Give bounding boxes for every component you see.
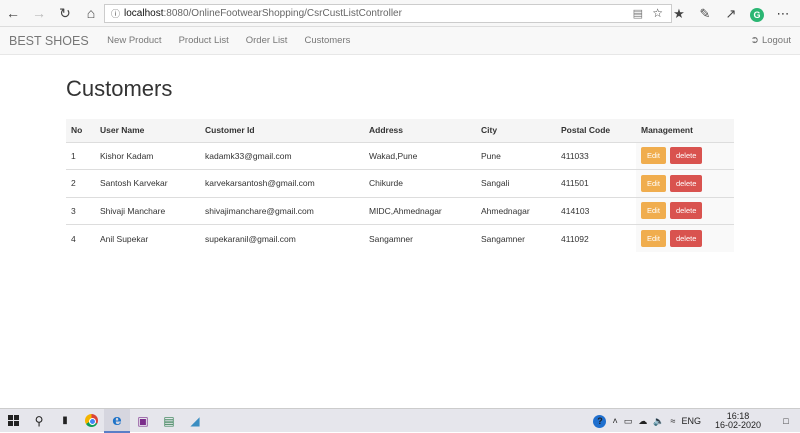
forward-icon[interactable]: → xyxy=(26,0,52,27)
cell-no: 1 xyxy=(66,141,95,170)
language-indicator[interactable]: ENG xyxy=(681,416,701,426)
cell-user-name: Anil Supekar xyxy=(95,224,200,252)
header-address: Address xyxy=(364,119,476,143)
cell-no: 4 xyxy=(66,224,95,252)
header-no: No xyxy=(66,119,95,143)
table-row: 4 Anil Supekar supekaranil@gmail.com San… xyxy=(66,224,734,252)
browser-toolbar: ← → ↻ ⌂ ⓘ localhost:8080/OnlineFootwearS… xyxy=(0,0,800,27)
header-city: City xyxy=(476,119,556,143)
delete-button[interactable]: delete xyxy=(669,174,703,192)
cell-customer-id: supekaranil@gmail.com xyxy=(200,224,364,252)
cell-customer-id: karvekarsantosh@gmail.com xyxy=(200,169,364,197)
cell-address: Wakad,Pune xyxy=(364,141,476,170)
header-customer-id: Customer Id xyxy=(200,119,364,143)
table-row: 1 Kishor Kadam kadamk33@gmail.com Wakad,… xyxy=(66,141,734,170)
app-icon[interactable]: ▣ xyxy=(130,409,156,433)
edit-button[interactable]: Edit xyxy=(641,230,666,247)
url-path: :8080/OnlineFootwearShopping/CsrCustList… xyxy=(163,8,402,19)
extension-icon[interactable]: G xyxy=(744,6,770,22)
cell-city: Sangamner xyxy=(476,224,556,252)
cell-management: Edit delete xyxy=(636,224,734,252)
cell-customer-id: shivajimanchare@gmail.com xyxy=(200,196,364,225)
favorites-hub-icon[interactable]: ★ xyxy=(666,6,692,22)
cell-no: 2 xyxy=(66,169,95,197)
pen-icon[interactable]: ✎ xyxy=(692,6,718,22)
url-host: localhost xyxy=(124,8,164,19)
table-row: 2 Santosh Karvekar karvekarsantosh@gmail… xyxy=(66,169,734,197)
delete-button[interactable]: delete xyxy=(669,202,703,220)
help-icon[interactable]: ? xyxy=(593,414,607,428)
cell-postal-code: 411501 xyxy=(556,169,636,197)
clock-date: 16-02-2020 xyxy=(714,420,761,430)
cell-management: Edit delete xyxy=(636,196,734,225)
share-icon[interactable]: ↗ xyxy=(718,6,744,22)
cell-management: Edit delete xyxy=(636,141,734,170)
reading-view-icon[interactable]: ▤ xyxy=(633,7,643,20)
cell-city: Sangali xyxy=(476,169,556,197)
cell-city: Ahmednagar xyxy=(476,196,556,225)
cell-user-name: Santosh Karvekar xyxy=(95,169,200,197)
nav-new-product[interactable]: New Product xyxy=(107,35,161,46)
favorite-star-icon[interactable]: ☆ xyxy=(652,6,663,20)
logout-link[interactable]: ➲ Logout xyxy=(751,35,791,46)
refresh-icon[interactable]: ↻ xyxy=(52,0,78,27)
notepad-icon[interactable]: ▤ xyxy=(156,409,182,433)
notification-icon[interactable]: □ xyxy=(775,416,797,426)
header-user-name: User Name xyxy=(95,119,200,143)
table-header-row: No User Name Customer Id Address City Po… xyxy=(66,119,734,143)
nav-customers[interactable]: Customers xyxy=(304,35,350,46)
windows-start-icon[interactable] xyxy=(0,409,26,433)
edge-icon[interactable]: e xyxy=(104,408,130,433)
cloud-icon[interactable]: ☁ xyxy=(638,416,647,427)
logout-label: Logout xyxy=(761,35,791,46)
logout-icon: ➲ xyxy=(750,35,759,46)
cell-address: Sangamner xyxy=(364,224,476,252)
volume-icon[interactable]: 🔈 xyxy=(653,416,664,427)
cell-address: Chikurde xyxy=(364,169,476,197)
cell-postal-code: 411033 xyxy=(556,141,636,170)
cell-city: Pune xyxy=(476,141,556,170)
brand-link[interactable]: BEST SHOES xyxy=(9,34,89,48)
system-tray: ? ˄ ▭ ☁ 🔈 ≈ ENG 16:18 16-02-2020 □ xyxy=(590,409,800,433)
cell-postal-code: 411092 xyxy=(556,224,636,252)
cell-address: MIDC,Ahmednagar xyxy=(364,196,476,225)
nav-product-list[interactable]: Product List xyxy=(179,35,229,46)
battery-icon[interactable]: ▭ xyxy=(624,416,633,427)
task-view-icon[interactable]: ▮ xyxy=(52,409,78,433)
chevron-up-icon[interactable]: ˄ xyxy=(612,416,617,426)
cell-postal-code: 414103 xyxy=(556,196,636,225)
home-icon[interactable]: ⌂ xyxy=(78,0,104,27)
back-icon[interactable]: ← xyxy=(0,0,26,27)
edit-button[interactable]: Edit xyxy=(641,202,666,220)
table-row: 3 Shivaji Manchare shivajimanchare@gmail… xyxy=(66,196,734,225)
page-title: Customers xyxy=(66,76,173,101)
clock[interactable]: 16:18 16-02-2020 xyxy=(712,412,764,430)
header-postal-code: Postal Code xyxy=(556,119,636,143)
app-navbar: BEST SHOES New Product Product List Orde… xyxy=(0,27,800,55)
nav-order-list[interactable]: Order List xyxy=(246,35,288,46)
cell-customer-id: kadamk33@gmail.com xyxy=(200,141,364,170)
edit-button[interactable]: Edit xyxy=(641,147,666,165)
more-icon[interactable]: ⋯ xyxy=(770,6,796,22)
customers-table: No User Name Customer Id Address City Po… xyxy=(66,119,734,252)
tool-icon[interactable]: ◢ xyxy=(182,409,208,433)
wifi-icon[interactable]: ≈ xyxy=(670,416,675,426)
cell-management: Edit delete xyxy=(636,169,734,197)
header-management: Management xyxy=(636,119,734,143)
info-icon: ⓘ xyxy=(111,9,121,19)
cell-no: 3 xyxy=(66,196,95,225)
edit-button[interactable]: Edit xyxy=(641,174,666,192)
address-bar[interactable]: ⓘ localhost:8080/OnlineFootwearShopping/… xyxy=(104,4,672,23)
cell-user-name: Kishor Kadam xyxy=(95,141,200,170)
chrome-icon[interactable] xyxy=(78,409,104,433)
cell-user-name: Shivaji Manchare xyxy=(95,196,200,225)
search-icon[interactable]: ⚲ xyxy=(26,409,52,433)
delete-button[interactable]: delete xyxy=(669,147,703,165)
delete-button[interactable]: delete xyxy=(669,230,703,247)
taskbar: ⚲ ▮ e ▣ ▤ ◢ ? ˄ ▭ ☁ 🔈 ≈ ENG 16:18 16-02-2… xyxy=(0,408,800,433)
